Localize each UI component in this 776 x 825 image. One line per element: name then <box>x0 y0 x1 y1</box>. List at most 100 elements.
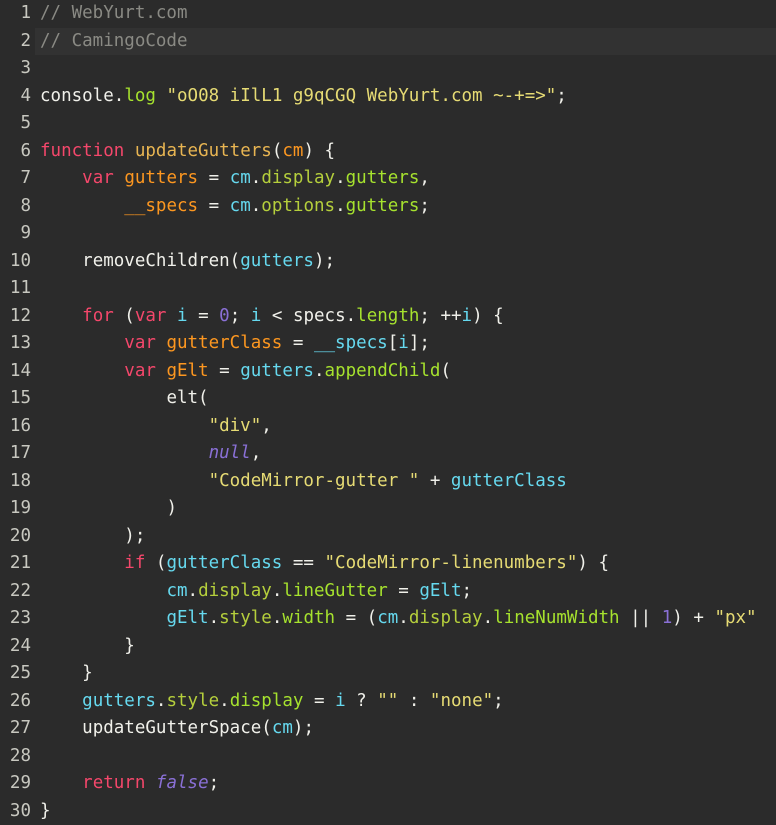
token-punc: . <box>271 608 283 628</box>
code-line[interactable]: 19 ) <box>0 495 776 523</box>
code-line[interactable]: 12 for (var i = 0; i < specs.length; ++i… <box>0 303 776 331</box>
code-line[interactable]: 16 "div", <box>0 413 776 441</box>
code-line[interactable]: 5 <box>0 110 776 138</box>
token-ident: __specs <box>313 333 388 353</box>
line-content[interactable]: // WebYurt.com <box>40 0 188 28</box>
token-punc: ( <box>113 305 135 326</box>
code-line[interactable]: 2 // CamingoCode <box>0 27 776 56</box>
line-number: 5 <box>20 113 31 133</box>
code-line[interactable]: 4 console.log "oO08 iIlL1 g9qCGQ WebYurt.… <box>0 83 776 111</box>
line-content[interactable]: } <box>40 660 93 688</box>
line-content[interactable]: "div", <box>40 413 272 441</box>
code-line[interactable]: 3 <box>0 55 776 83</box>
token-op: = <box>198 195 230 216</box>
token-plain: specs <box>292 305 346 326</box>
token-punc: ( <box>198 388 209 408</box>
token-punc: ); <box>292 718 314 738</box>
code-line[interactable]: 8 __specs = cm.options.gutters; <box>0 193 776 221</box>
line-number: 7 <box>20 168 31 188</box>
code-line[interactable]: 14 var gElt = gutters.appendChild( <box>0 358 776 386</box>
line-content[interactable]: elt( <box>40 385 209 413</box>
code-line[interactable]: 1 // WebYurt.com <box>0 0 776 28</box>
token-punc: ; <box>556 85 567 106</box>
line-content[interactable]: ) <box>40 495 177 523</box>
code-line[interactable]: 11 <box>0 275 776 303</box>
token-var: gutterClass <box>166 333 283 353</box>
token-ident: i <box>177 305 188 326</box>
code-line[interactable]: 9 <box>0 220 776 248</box>
line-content[interactable]: return false; <box>40 770 219 798</box>
code-line[interactable]: 28 <box>0 743 776 771</box>
line-content[interactable]: } <box>40 633 135 661</box>
code-line[interactable]: 6 function updateGutters(cm) { <box>0 138 776 166</box>
token-prop: lineNumWidth <box>493 608 620 628</box>
line-number: 1 <box>20 3 31 23</box>
code-line[interactable]: 15 elt( <box>0 385 776 413</box>
token-punc: ); <box>313 250 336 271</box>
token-var: gutters <box>124 168 199 188</box>
line-content[interactable]: "CodeMirror-gutter " + gutterClass <box>40 468 567 496</box>
token-punc: ( <box>229 250 241 271</box>
line-content[interactable]: for (var i = 0; i < specs.length; ++i) { <box>40 303 504 331</box>
line-content[interactable]: console.log "oO08 iIlL1 g9qCGQ WebYurt.c… <box>40 83 567 111</box>
code-line[interactable]: 23 gElt.style.width = (cm.display.lineNu… <box>0 605 776 633</box>
code-line[interactable]: 30} <box>0 798 776 825</box>
line-content[interactable]: ); <box>40 523 145 551</box>
token-var: __specs <box>124 195 199 216</box>
token-prop2: style <box>166 690 220 711</box>
code-line[interactable]: 7 var gutters = cm.display.gutters, <box>0 165 776 193</box>
code-line[interactable]: 13 var gutterClass = __specs[i]; <box>0 330 776 358</box>
line-number: 9 <box>20 223 31 243</box>
code-line[interactable]: 29 return false; <box>0 770 776 798</box>
token-ident: gElt <box>419 580 462 601</box>
token-op: < <box>261 305 293 326</box>
token-punc: , <box>250 443 262 463</box>
line-content[interactable]: gutters.style.display = i ? "" : "none"; <box>40 688 504 716</box>
code-line[interactable]: 17 null, <box>0 440 776 468</box>
line-content[interactable]: var gutterClass = __specs[i]; <box>40 330 430 358</box>
code-line[interactable]: 10 removeChildren(gutters); <box>0 248 776 276</box>
token-punc: ) { <box>577 553 609 573</box>
code-line[interactable]: 24 } <box>0 633 776 661</box>
token-ident: gutters <box>82 690 156 711</box>
code-line[interactable]: 21 if (gutterClass == "CodeMirror-linenu… <box>0 550 776 578</box>
code-line[interactable]: 18 "CodeMirror-gutter " + gutterClass <box>0 468 776 496</box>
line-content[interactable]: cm.display.lineGutter = gElt; <box>40 578 472 606</box>
line-content[interactable]: gElt.style.width = (cm.display.lineNumWi… <box>40 605 756 633</box>
line-content[interactable]: function updateGutters(cm) { <box>40 138 335 166</box>
line-content[interactable]: // CamingoCode <box>40 28 188 56</box>
token-punc: . <box>208 608 220 628</box>
token-plain: removeChildren <box>82 250 230 271</box>
code-line[interactable]: 25 } <box>0 660 776 688</box>
code-editor[interactable]: 1 // WebYurt.com 2 // CamingoCode 3 4 console.… <box>0 0 776 825</box>
token-op: : <box>398 690 430 711</box>
code-line[interactable]: 22 cm.display.lineGutter = gElt; <box>0 578 776 606</box>
line-number: 20 <box>9 525 31 546</box>
token-plain: elt <box>166 388 199 408</box>
code-line[interactable]: 20 ); <box>0 523 776 551</box>
line-content[interactable]: updateGutterSpace(cm); <box>40 715 314 743</box>
line-content[interactable]: if (gutterClass == "CodeMirror-linenumbe… <box>40 550 609 578</box>
line-content[interactable]: null, <box>40 440 262 468</box>
line-number: 19 <box>9 498 31 518</box>
line-content[interactable]: var gutters = cm.display.gutters, <box>40 165 430 193</box>
code-line[interactable]: 27 updateGutterSpace(cm); <box>0 715 776 743</box>
token-op: = <box>208 360 241 381</box>
token-ident: i <box>335 690 346 711</box>
token-ident: cm <box>229 168 251 188</box>
line-content[interactable]: __specs = cm.options.gutters; <box>40 193 430 221</box>
line-content[interactable]: } <box>40 798 51 825</box>
code-line[interactable]: 26 gutters.style.display = i ? "" : "non… <box>0 688 776 716</box>
line-number: 30 <box>9 800 31 821</box>
line-content[interactable]: removeChildren(gutters); <box>40 248 335 276</box>
line-number: 27 <box>9 718 31 738</box>
token-string: "CodeMirror-linenumbers" <box>324 553 578 573</box>
line-content[interactable]: var gElt = gutters.appendChild( <box>40 358 451 386</box>
